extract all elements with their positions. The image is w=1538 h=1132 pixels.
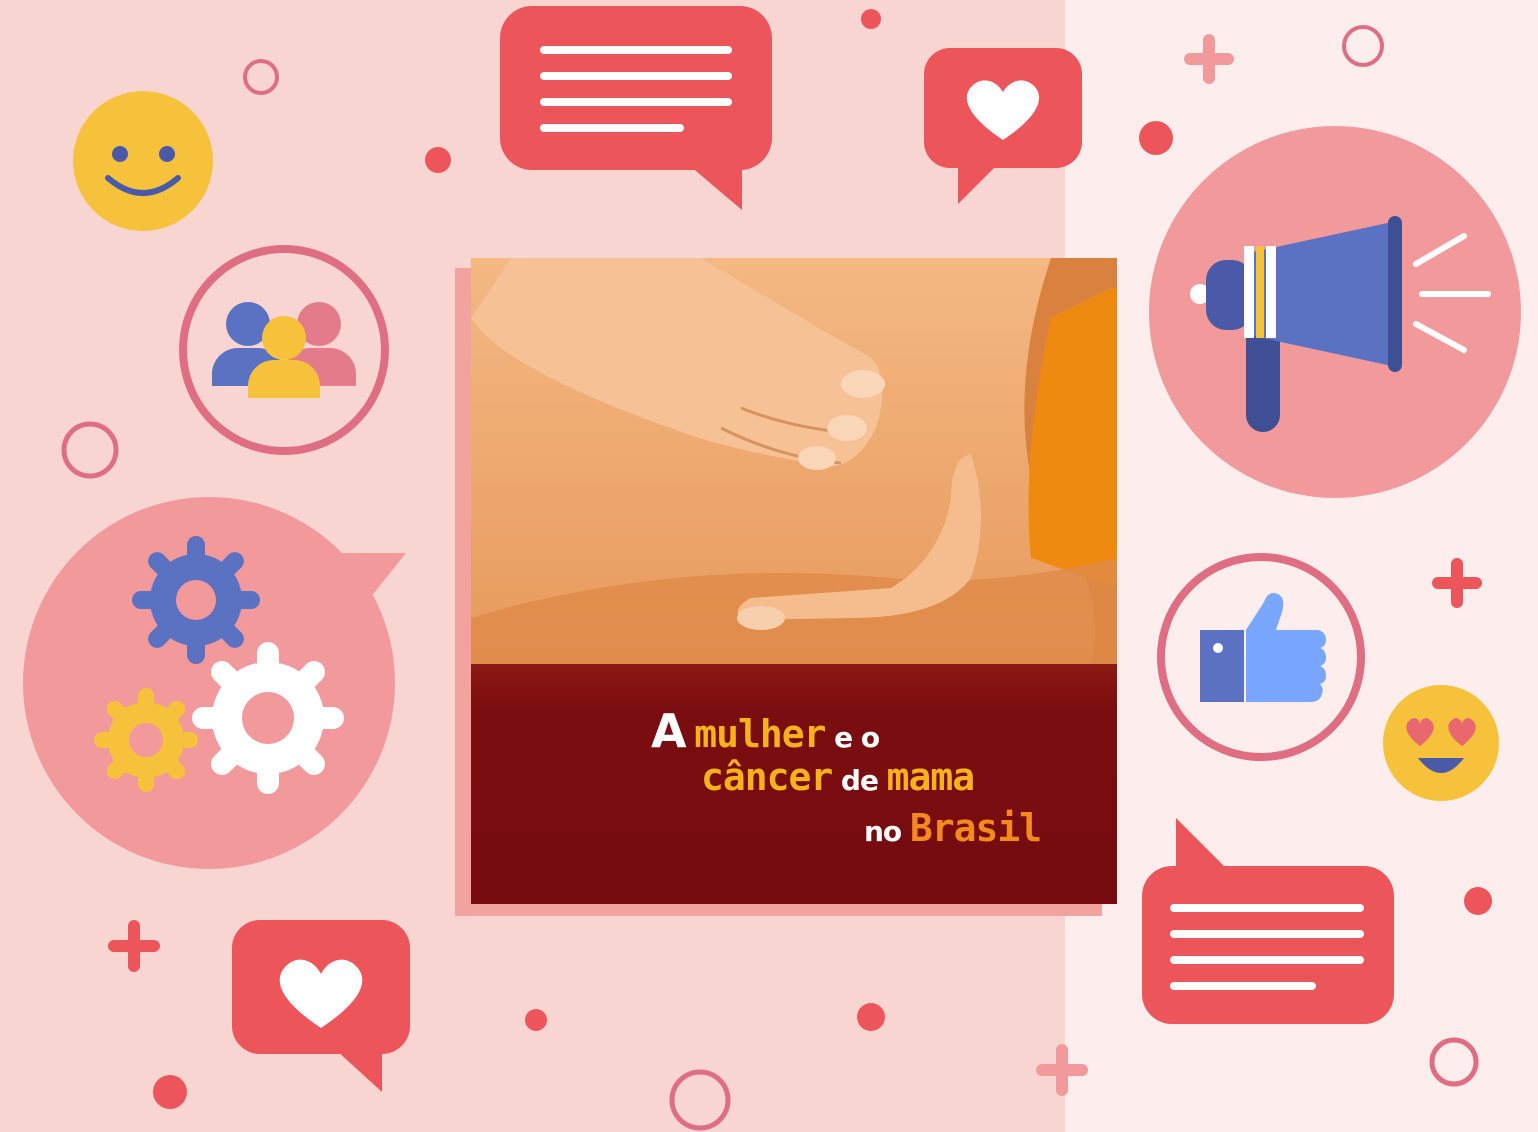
gears-icon: [22, 496, 408, 870]
people-group-icon: [176, 242, 392, 458]
title-word-de: de: [840, 764, 879, 797]
cover-title-line-3: no Brasil: [864, 806, 1042, 850]
heart-speech-bubble-icon: [924, 48, 1084, 204]
text-speech-bubble-icon: [500, 6, 772, 210]
heart-speech-bubble-icon: [232, 920, 412, 1092]
book-cover: A mulher e o câncer de mama no Brasil: [471, 258, 1117, 904]
text-speech-bubble-icon: [1142, 818, 1394, 1026]
heart-eyes-emoji-icon: [1382, 684, 1500, 802]
dot-icon: [424, 146, 452, 174]
dot-icon: [524, 1008, 548, 1032]
thumbs-up-icon: [1154, 550, 1368, 764]
circle-outline-icon: [1341, 24, 1385, 68]
title-word-e-o: e o: [834, 721, 880, 754]
dot-icon: [860, 8, 882, 30]
circle-outline-icon: [668, 1068, 732, 1132]
megaphone-icon: [1148, 126, 1522, 498]
dot-icon: [1463, 886, 1493, 916]
title-word-cancer: câncer: [701, 755, 833, 799]
circle-outline-icon: [60, 420, 120, 480]
title-word-no: no: [864, 815, 902, 848]
plus-icon: [1430, 556, 1484, 610]
plus-icon: [106, 918, 162, 974]
title-word-a: A: [651, 704, 687, 758]
circle-outline-icon: [242, 58, 280, 96]
cover-photo: [471, 258, 1117, 664]
title-word-mama: mama: [886, 755, 976, 799]
plus-icon: [1182, 32, 1236, 86]
smiley-face-icon: [72, 90, 214, 232]
plus-icon: [1034, 1042, 1090, 1098]
cover-title-line-2: câncer de mama: [701, 755, 976, 799]
dot-icon: [152, 1074, 188, 1110]
title-word-brasil: Brasil: [909, 806, 1042, 850]
cover-title-line-1: A mulher e o: [651, 704, 880, 758]
circle-outline-icon: [1428, 1036, 1480, 1088]
title-word-mulher: mulher: [694, 712, 826, 756]
dot-icon: [856, 1002, 886, 1032]
